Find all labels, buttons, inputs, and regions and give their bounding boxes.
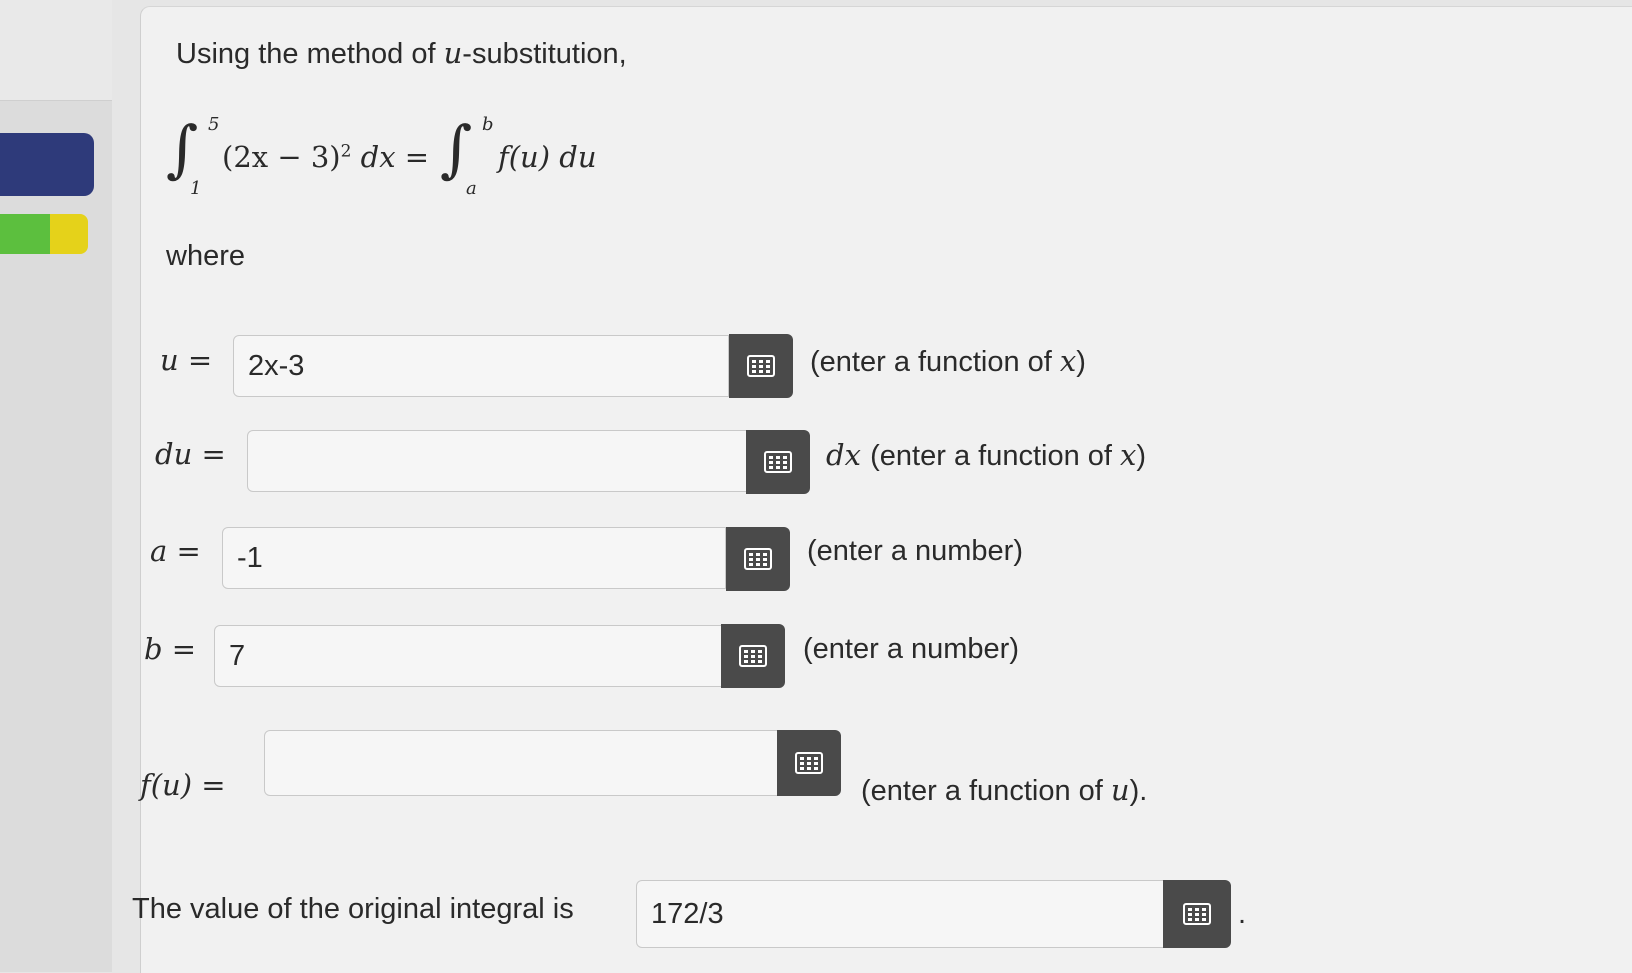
left-integrand: (2x − 3) (222, 140, 341, 174)
left-upper-limit: 5 (208, 114, 220, 135)
fu-hint: (enter a function of u). (861, 773, 1148, 807)
b-keypad-button[interactable] (721, 624, 785, 688)
a-hint: (enter a number) (807, 535, 1023, 567)
a-label: a = (150, 534, 201, 568)
du-input[interactable] (247, 430, 747, 492)
keypad-grid-icon (747, 355, 775, 377)
result-period: . (1238, 898, 1247, 930)
where-label: where (166, 240, 245, 272)
fu-label: f(u) = (140, 768, 226, 802)
left-differential: dx = (360, 140, 430, 174)
keypad-grid-icon (1183, 903, 1211, 925)
a-keypad-button[interactable] (726, 527, 790, 591)
fu-input[interactable] (264, 730, 778, 796)
u-keypad-button[interactable] (729, 334, 793, 398)
intro-text: Using the method of u-substitution, (176, 36, 627, 70)
u-input[interactable]: 2x-3 (233, 335, 729, 397)
keypad-grid-icon (739, 645, 767, 667)
keypad-grid-icon (744, 548, 772, 570)
integral-sign-left: ∫ (166, 112, 199, 185)
result-input[interactable]: 172/3 (636, 880, 1164, 948)
keypad-grid-icon (764, 451, 792, 473)
du-label: du = (155, 437, 226, 471)
right-upper-limit: b (482, 114, 494, 135)
question-status-partial[interactable] (50, 214, 88, 254)
u-label: u = (160, 343, 213, 377)
left-lower-limit: 1 (190, 178, 202, 199)
right-lower-limit: a (466, 178, 477, 199)
result-keypad-button[interactable] (1163, 880, 1231, 948)
a-input[interactable]: -1 (222, 527, 726, 589)
fu-keypad-button[interactable] (777, 730, 841, 796)
right-integrand: f(u) du (498, 140, 597, 174)
u-hint: (enter a function of x) (810, 344, 1086, 378)
exponent: 2 (340, 141, 352, 162)
b-hint: (enter a number) (803, 633, 1019, 665)
question-status-correct[interactable] (0, 214, 52, 254)
sidebar-card (0, 0, 112, 101)
keypad-grid-icon (795, 752, 823, 774)
du-keypad-button[interactable] (746, 430, 810, 494)
du-hint: dx (enter a function of x) (826, 438, 1147, 472)
result-label: The value of the original integral is (132, 893, 574, 925)
b-input[interactable]: 7 (214, 625, 722, 687)
integral-sign-right: ∫ (440, 112, 473, 185)
question-nav-current[interactable] (0, 133, 94, 196)
b-label: b = (144, 632, 197, 666)
